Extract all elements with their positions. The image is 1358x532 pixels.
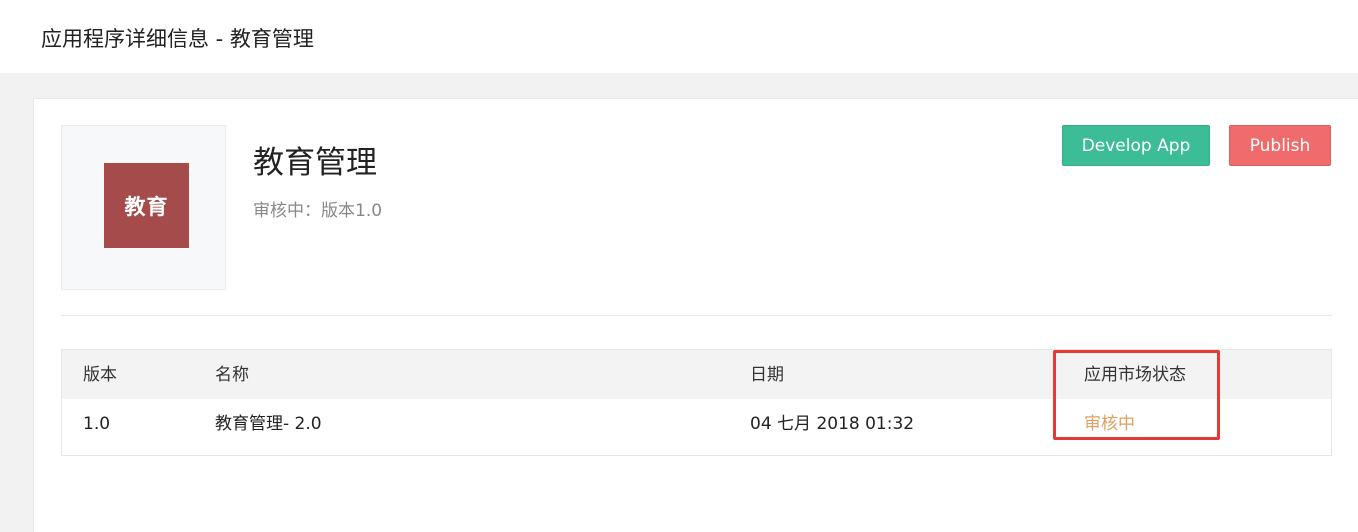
annotation-highlight-box <box>1053 350 1220 440</box>
publish-button[interactable]: Publish <box>1229 125 1331 166</box>
cell-name: 教育管理- 2.0 <box>215 414 322 434</box>
column-header-name: 名称 <box>215 365 249 385</box>
cell-version: 1.0 <box>83 414 111 434</box>
app-name: 教育管理 <box>253 145 377 181</box>
cell-date: 04 七月 2018 01:32 <box>750 414 915 434</box>
column-header-date: 日期 <box>750 365 784 385</box>
app-logo-container: 教育 <box>61 125 226 290</box>
section-divider <box>61 315 1332 316</box>
app-review-status: 审核中：版本1.0 <box>253 201 383 221</box>
page-title: 应用程序详细信息 - 教育管理 <box>41 27 314 51</box>
app-logo: 教育 <box>104 163 189 248</box>
develop-app-button[interactable]: Develop App <box>1062 125 1210 166</box>
top-bar: 应用程序详细信息 - 教育管理 <box>0 0 1358 73</box>
column-header-version: 版本 <box>83 365 117 385</box>
